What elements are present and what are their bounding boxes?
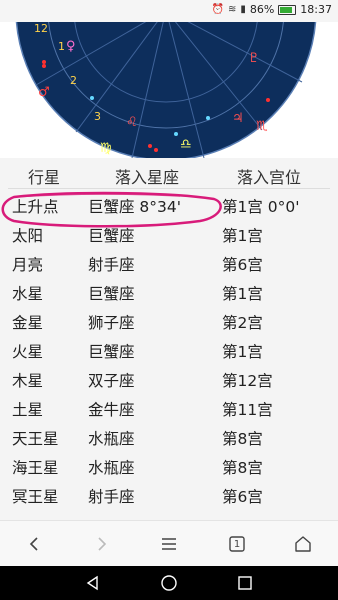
house-cell: 第11宫: [222, 401, 273, 419]
table-row: 金星 狮子座 第2宫: [0, 308, 338, 334]
forward-icon: [98, 537, 107, 551]
house-number: 12: [34, 22, 48, 35]
home-icon: [295, 536, 311, 552]
back-icon: [29, 537, 38, 551]
sign-cell: 射手座: [88, 488, 135, 506]
table-row: 海王星 水瓶座 第8宫: [0, 453, 338, 479]
sign-cell: 巨蟹座: [88, 285, 135, 303]
home-button[interactable]: [288, 529, 318, 559]
browser-toolbar: 1: [0, 520, 338, 567]
system-recents-button[interactable]: [232, 571, 258, 595]
house-cell: 第1宫 0°0': [222, 198, 300, 216]
forward-button[interactable]: [86, 529, 116, 559]
house-number: 1: [58, 40, 65, 53]
mars-glyph-icon: ♂: [38, 85, 50, 100]
house-cell: 第1宫: [222, 343, 263, 361]
tabs-button[interactable]: 1: [222, 529, 252, 559]
house-cell: 第1宫: [222, 285, 263, 303]
menu-button[interactable]: [154, 529, 184, 559]
house-cell: 第8宫: [222, 430, 263, 448]
libra-glyph-icon: ♎: [180, 137, 192, 152]
table-row: 木星 双子座 第12宫: [0, 366, 338, 392]
sign-cell: 水瓶座: [88, 459, 135, 477]
house-cell: 第12宫: [222, 372, 273, 390]
house-cell: 第6宫: [222, 256, 263, 274]
table-row: 水星 巨蟹座 第1宫: [0, 279, 338, 305]
system-navigation-bar: [0, 566, 338, 600]
sign-cell: 巨蟹座: [88, 227, 135, 245]
astrology-chart: 2 3 12 1 ♀ ♂ ♍ ♌ ♎ ♏ ♃ ♇: [0, 22, 338, 158]
wifi-icon: ≋: [227, 4, 237, 15]
jupiter-glyph-icon: ♃: [232, 111, 244, 126]
planet-cell: 金星: [12, 314, 44, 332]
planet-cell: 冥王星: [12, 488, 59, 506]
sign-cell: 狮子座: [88, 314, 135, 332]
house-number: 2: [70, 74, 77, 87]
column-header-planet: 行星: [28, 168, 61, 187]
sign-cell: 水瓶座: [88, 430, 135, 448]
table-row: 冥王星 射手座 第6宫: [0, 482, 338, 508]
virgo-glyph-icon: ♍: [100, 141, 112, 156]
venus-glyph-icon: ♀: [66, 39, 76, 54]
circle-home-icon: [161, 575, 177, 591]
house-cell: 第1宫: [222, 227, 263, 245]
scorpio-glyph-icon: ♏: [256, 119, 268, 134]
table-row: 土星 金牛座 第11宫: [0, 395, 338, 421]
table-row: 太阳 巨蟹座 第1宫: [0, 221, 338, 247]
table-row: 天王星 水瓶座 第8宫: [0, 424, 338, 450]
chart-wheel: 2 3 12 1 ♀ ♂ ♍ ♌ ♎ ♏ ♃ ♇: [15, 22, 317, 158]
leo-glyph-icon: ♌: [126, 115, 138, 130]
square-recents-icon: [238, 576, 252, 590]
sign-cell: 金牛座: [88, 401, 135, 419]
battery-percent: 86%: [249, 3, 275, 16]
table-row: 上升点 巨蟹座 8°34' 第1宫 0°0': [0, 192, 338, 218]
alarm-icon: ⏰: [211, 4, 224, 15]
battery-fill: [280, 6, 293, 13]
house-cell: 第2宫: [222, 314, 263, 332]
sign-cell: 双子座: [88, 372, 135, 390]
planet-cell: 月亮: [12, 256, 44, 274]
planet-cell: 太阳: [12, 227, 44, 245]
pluto-glyph-icon: ♇: [248, 51, 260, 66]
sign-cell: 巨蟹座 8°34': [88, 198, 182, 216]
sign-cell: 射手座: [88, 256, 135, 274]
table-header: 行星 落入星座 落入宫位: [0, 158, 338, 190]
column-header-sign: 落入星座: [115, 168, 180, 187]
planet-cell: 木星: [12, 372, 44, 390]
signal-icon: ▮: [240, 4, 246, 15]
sign-cell: 巨蟹座: [88, 343, 135, 361]
house-cell: 第6宫: [222, 488, 263, 506]
house-cell: 第8宫: [222, 459, 263, 477]
tab-count: 1: [233, 538, 241, 550]
clock: 18:37: [300, 3, 332, 16]
table-row: 月亮 射手座 第6宫: [0, 250, 338, 276]
column-header-house: 落入宫位: [237, 168, 302, 187]
back-button[interactable]: [20, 529, 50, 559]
house-number: 3: [94, 110, 101, 123]
header-divider: [8, 188, 330, 189]
status-bar: ⏰ ≋ ▮ 86% 18:37: [0, 0, 338, 22]
planet-cell: 土星: [12, 401, 44, 419]
planet-cell: 上升点: [12, 198, 59, 216]
triangle-back-icon: [86, 575, 98, 591]
planet-cell: 火星: [12, 343, 44, 361]
battery-icon: [278, 4, 297, 15]
planet-cell: 天王星: [12, 430, 59, 448]
table-row: 火星 巨蟹座 第1宫: [0, 337, 338, 363]
menu-icon: [162, 538, 176, 550]
system-home-button[interactable]: [156, 571, 182, 595]
planet-table: 行星 落入星座 落入宫位 上升点 巨蟹座 8°34' 第1宫 0°0' 太阳 巨…: [0, 158, 338, 520]
planet-cell: 海王星: [12, 459, 59, 477]
system-back-button[interactable]: [80, 571, 106, 595]
planet-cell: 水星: [12, 285, 44, 303]
